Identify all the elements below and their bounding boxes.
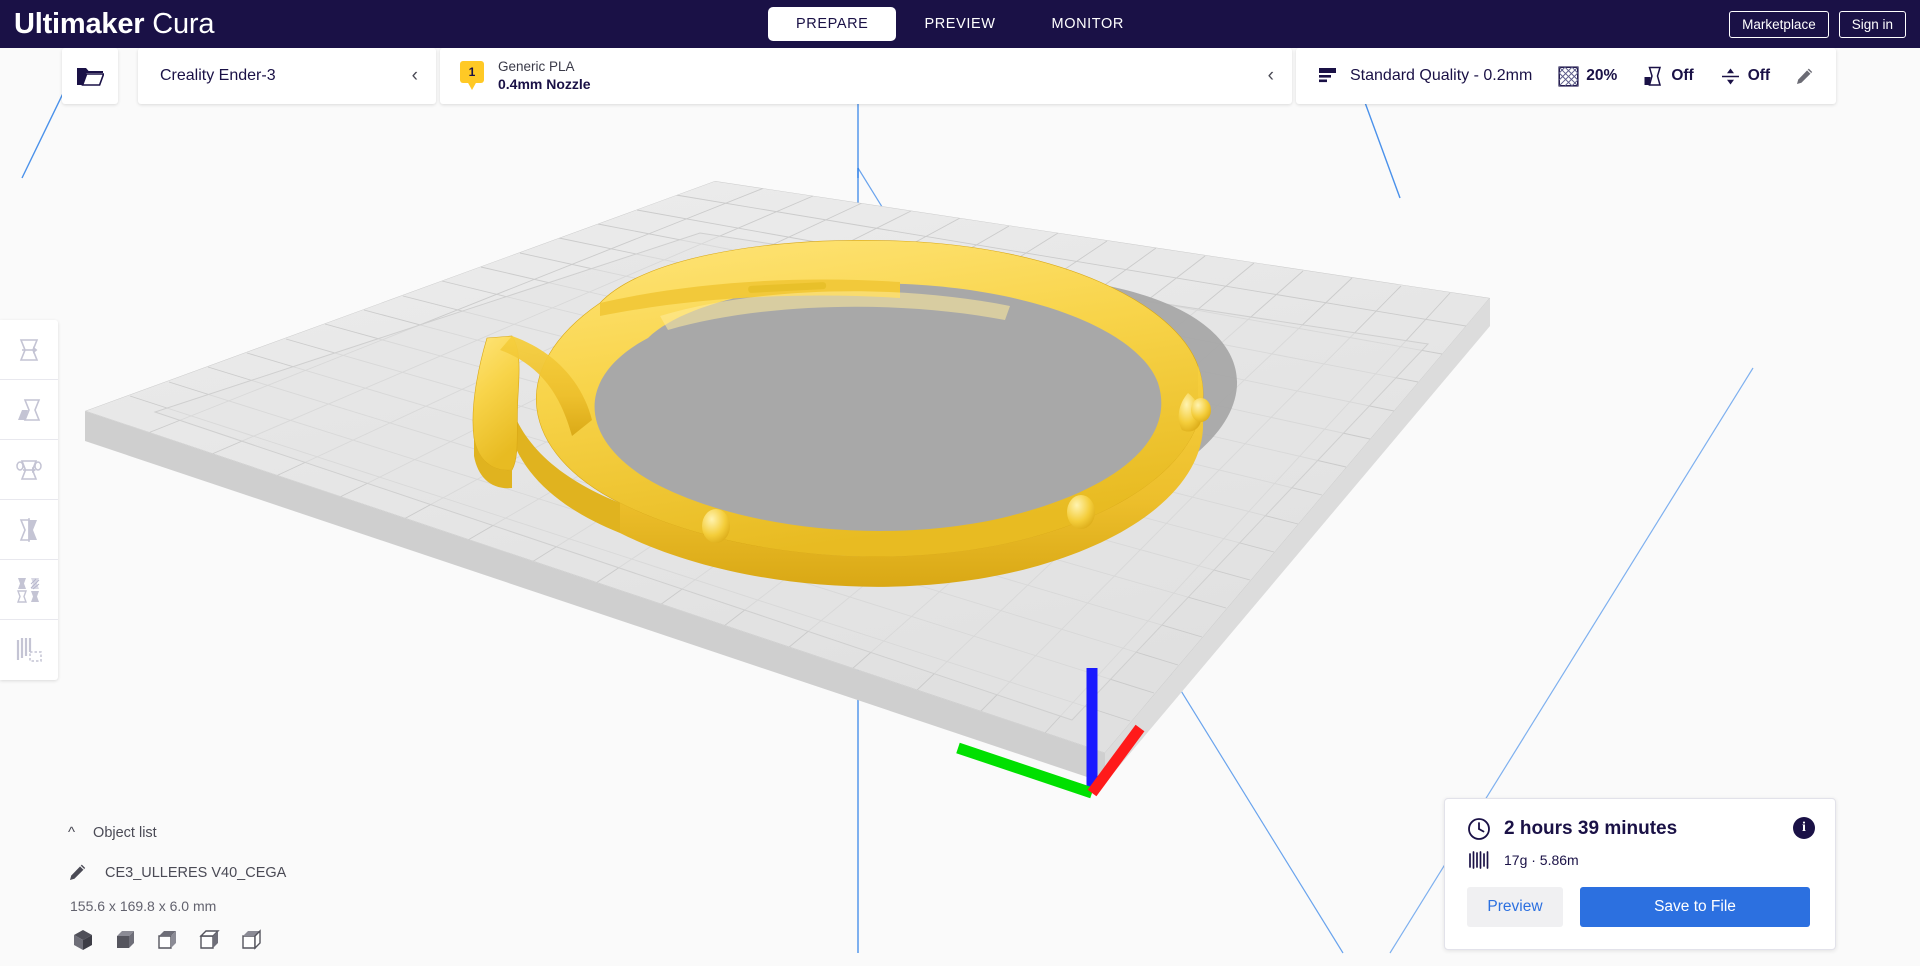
view-right-button[interactable] bbox=[240, 929, 262, 956]
object-list-panel: ^ Object list CE3_ULLERES V40_CEGA 155.6… bbox=[68, 824, 286, 914]
pencil-icon bbox=[1797, 68, 1813, 84]
infill-setting[interactable]: 20% bbox=[1558, 65, 1618, 87]
view-left-button[interactable] bbox=[198, 929, 220, 956]
open-file-button[interactable] bbox=[62, 48, 118, 104]
list-item[interactable]: CE3_ULLERES V40_CEGA bbox=[68, 863, 286, 882]
adhesion-setting[interactable]: Off bbox=[1720, 66, 1770, 87]
per-model-settings-tool[interactable] bbox=[0, 560, 58, 620]
support-setting[interactable]: Off bbox=[1643, 66, 1694, 87]
cube-top-icon bbox=[158, 931, 176, 949]
printer-selector[interactable]: Creality Ender-3 ‹ bbox=[138, 48, 436, 104]
support-blocker-icon bbox=[16, 638, 42, 662]
support-value: Off bbox=[1671, 67, 1694, 84]
cube-isometric-icon bbox=[74, 930, 92, 950]
object-list-toggle[interactable]: ^ Object list bbox=[68, 824, 286, 841]
print-time-value: 2 hours 39 minutes bbox=[1504, 818, 1678, 839]
chevron-left-icon[interactable]: ‹ bbox=[1268, 65, 1274, 87]
infill-value: 20% bbox=[1586, 67, 1618, 84]
view-3d-button[interactable] bbox=[72, 929, 94, 956]
view-front-button[interactable] bbox=[114, 929, 136, 956]
print-actions: Preview Save to File bbox=[1467, 887, 1813, 927]
extruder-badge-icon: 1 bbox=[460, 61, 484, 91]
pencil-icon bbox=[70, 864, 86, 880]
scale-tool[interactable] bbox=[0, 380, 58, 440]
chevron-up-icon: ^ bbox=[68, 824, 76, 841]
object-list-title: Object list bbox=[93, 824, 157, 841]
preview-button[interactable]: Preview bbox=[1467, 887, 1563, 927]
object-name: CE3_ULLERES V40_CEGA bbox=[105, 864, 287, 881]
move-icon bbox=[19, 338, 39, 361]
stage-tabs: PREPARE PREVIEW MONITOR bbox=[0, 0, 1920, 48]
view-top-button[interactable] bbox=[156, 929, 178, 956]
infill-icon bbox=[1558, 65, 1579, 87]
marketplace-button[interactable]: Marketplace bbox=[1729, 10, 1829, 38]
adhesion-value: Off bbox=[1747, 67, 1771, 84]
print-time-row: 2 hours 39 minutes bbox=[1467, 817, 1813, 841]
cube-front-icon bbox=[117, 931, 134, 948]
support-blocker-tool[interactable] bbox=[0, 620, 58, 680]
printer-name: Creality Ender-3 bbox=[160, 67, 276, 84]
print-settings-selector[interactable]: Standard Quality - 0.2mm 20% Off Off bbox=[1296, 48, 1836, 104]
tab-prepare[interactable]: PREPARE bbox=[768, 7, 897, 41]
support-icon bbox=[1644, 66, 1662, 86]
extruder-number: 1 bbox=[468, 65, 476, 79]
mirror-icon bbox=[19, 517, 37, 542]
material-type: Generic PLA bbox=[498, 59, 575, 75]
edit-settings-button[interactable] bbox=[1795, 67, 1814, 86]
print-information-card: 2 hours 39 minutes i 17g · 5.86m Preview… bbox=[1444, 798, 1836, 950]
material-selector[interactable]: 1 Generic PLA 0.4mm Nozzle ‹ bbox=[440, 48, 1292, 104]
tab-preview[interactable]: PREVIEW bbox=[896, 7, 1023, 41]
sign-in-button[interactable]: Sign in bbox=[1838, 10, 1906, 38]
rotate-icon bbox=[16, 459, 42, 480]
info-icon[interactable]: i bbox=[1793, 817, 1815, 839]
scale-icon bbox=[18, 398, 41, 421]
camera-view-buttons bbox=[72, 929, 262, 956]
per-model-settings-icon bbox=[17, 577, 40, 603]
object-dimensions: 155.6 x 169.8 x 6.0 mm bbox=[70, 898, 217, 914]
adhesion-icon bbox=[1721, 68, 1739, 84]
mirror-tool[interactable] bbox=[0, 500, 58, 560]
nozzle-size: 0.4mm Nozzle bbox=[498, 75, 591, 92]
move-tool[interactable] bbox=[0, 320, 58, 380]
material-text: Generic PLA 0.4mm Nozzle bbox=[498, 58, 591, 93]
material-usage-value: 17g · 5.86m bbox=[1504, 852, 1579, 868]
tab-monitor[interactable]: MONITOR bbox=[1024, 7, 1152, 41]
cura-window: Ender bbox=[0, 0, 1920, 966]
save-to-file-button[interactable]: Save to File bbox=[1580, 887, 1810, 927]
application-top-bar: Ultimaker Cura PREPARE PREVIEW MONITOR M… bbox=[0, 0, 1920, 48]
material-usage-row: 17g · 5.86m bbox=[1467, 850, 1813, 870]
open-folder-icon bbox=[77, 68, 104, 86]
cube-right-icon bbox=[242, 929, 261, 950]
account-area: Marketplace Sign in bbox=[1729, 0, 1906, 48]
cube-left-icon bbox=[199, 930, 220, 949]
model-tools-toolbar bbox=[0, 320, 58, 680]
clock-icon bbox=[1468, 818, 1490, 840]
quality-profile-label: Standard Quality - 0.2mm bbox=[1350, 67, 1533, 84]
chevron-left-icon[interactable]: ‹ bbox=[412, 65, 418, 87]
filament-icon bbox=[1469, 851, 1489, 869]
rotate-tool[interactable] bbox=[0, 440, 58, 500]
layer-height-icon bbox=[1319, 68, 1336, 83]
stage-menu-bar: Creality Ender-3 ‹ 1 Generic PLA 0.4mm N… bbox=[0, 48, 1920, 110]
